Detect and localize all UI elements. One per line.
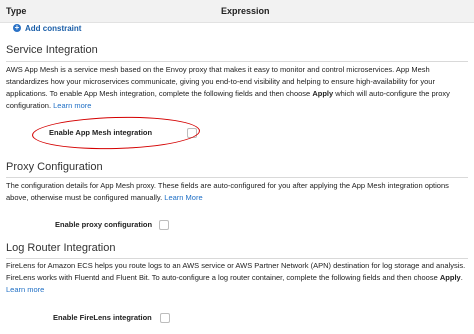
enable-proxy-configuration-label: Enable proxy configuration	[55, 220, 153, 229]
service-integration-description: AWS App Mesh is a service mesh based on …	[6, 65, 450, 110]
divider	[6, 61, 468, 62]
log-router-integration-title: Log Router Integration	[6, 242, 116, 254]
enable-app-mesh-label: Enable App Mesh integration	[49, 128, 153, 137]
learn-more-link[interactable]: Learn more	[53, 101, 91, 110]
service-integration-title: Service Integration	[6, 44, 98, 56]
column-header-expression: Expression	[221, 6, 270, 16]
enable-proxy-configuration-checkbox[interactable]	[159, 220, 169, 230]
constraints-table-header: Type Expression	[0, 0, 474, 23]
column-header-type: Type	[6, 6, 27, 16]
proxy-configuration-description: The configuration details for App Mesh p…	[6, 181, 449, 202]
add-constraint-label: Add constraint	[25, 23, 82, 33]
enable-firelens-checkbox[interactable]	[160, 313, 170, 323]
learn-more-link[interactable]: Learn more	[6, 285, 44, 294]
enable-firelens-label: Enable FireLens integration	[53, 313, 152, 322]
plus-circle-icon: +	[13, 23, 21, 32]
divider	[6, 177, 468, 178]
add-constraint-button[interactable]: + Add constraint	[13, 22, 81, 34]
learn-more-link[interactable]: Learn More	[164, 193, 202, 202]
enable-app-mesh-checkbox[interactable]	[187, 128, 197, 138]
divider	[6, 258, 468, 259]
log-router-description: FireLens for Amazon ECS helps you route …	[6, 261, 466, 294]
proxy-configuration-title: Proxy Configuration	[6, 161, 103, 173]
